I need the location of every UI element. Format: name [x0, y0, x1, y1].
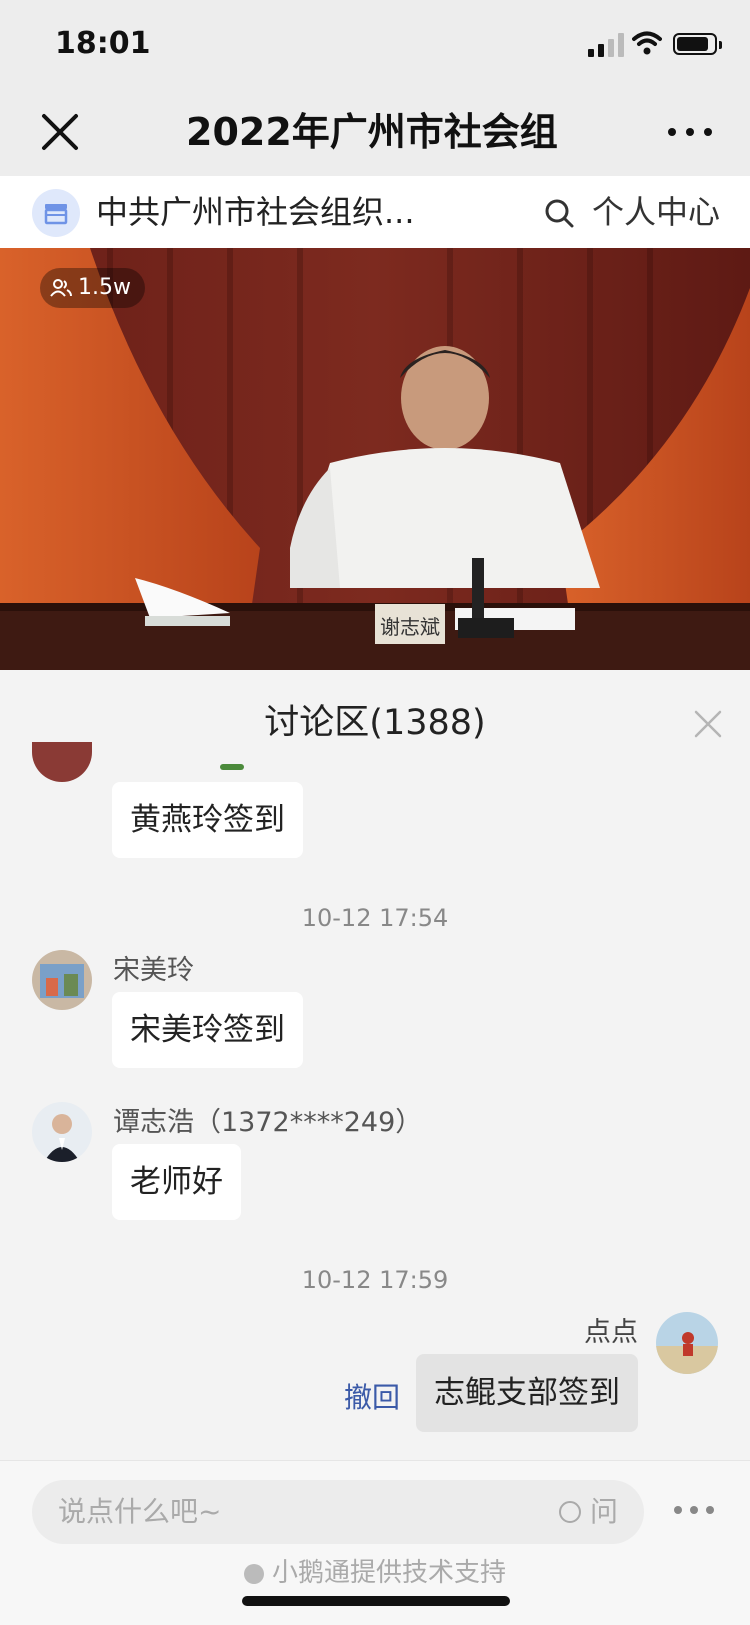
chat-bubble: 宋美玲签到: [112, 992, 303, 1068]
message-username: 宋美玲: [113, 955, 194, 986]
discussion-title: 讨论区(1388): [264, 703, 486, 743]
viewer-count: 1.5w: [78, 275, 131, 300]
viewers-icon: [50, 279, 72, 297]
message-timestamp: 10-12 17:54: [301, 904, 449, 932]
nameplate-text: 谢志斌: [380, 615, 440, 639]
close-icon[interactable]: [36, 108, 84, 156]
sticker-icon: [220, 764, 244, 770]
wifi-icon: [632, 31, 662, 55]
xiaoe-logo-icon: [243, 1564, 264, 1584]
shop-icon[interactable]: [32, 189, 80, 237]
chat-bubble: 黄燕玲签到: [112, 782, 303, 858]
my-avatar[interactable]: [656, 1312, 718, 1374]
recall-button[interactable]: 撤回: [344, 1376, 400, 1416]
powered-by: 小鹅通提供技术支持: [0, 1553, 750, 1593]
page-title: 2022年广州市社会组: [186, 110, 558, 154]
live-video[interactable]: 谢志斌: [0, 248, 750, 670]
ask-label[interactable]: 问: [590, 1492, 618, 1532]
battery-icon: [673, 33, 722, 55]
channel-name[interactable]: 中共广州市社会组织...: [96, 188, 426, 236]
chat-bubble: 老师好: [112, 1144, 241, 1220]
my-chat-bubble: 志鲲支部签到: [416, 1354, 638, 1432]
avatar[interactable]: [32, 1102, 92, 1162]
more-actions-icon[interactable]: [674, 1498, 714, 1522]
personal-center-link[interactable]: 个人中心: [592, 188, 720, 236]
my-username: 点点: [584, 1317, 638, 1348]
close-discussion-icon[interactable]: [692, 708, 724, 740]
signal-icon: [588, 33, 624, 57]
avatar[interactable]: [32, 742, 92, 782]
search-icon[interactable]: [544, 198, 574, 228]
status-time: 18:01: [55, 26, 151, 61]
ask-toggle-icon[interactable]: [559, 1501, 581, 1523]
home-indicator[interactable]: [242, 1596, 510, 1606]
more-options-icon[interactable]: [662, 115, 718, 147]
message-username: 谭志浩（1372****249）: [113, 1107, 423, 1138]
message-timestamp: 10-12 17:59: [301, 1266, 449, 1294]
viewer-count-badge: 1.5w: [40, 268, 145, 308]
comment-placeholder: 说点什么吧~: [58, 1495, 222, 1528]
avatar[interactable]: [32, 950, 92, 1010]
